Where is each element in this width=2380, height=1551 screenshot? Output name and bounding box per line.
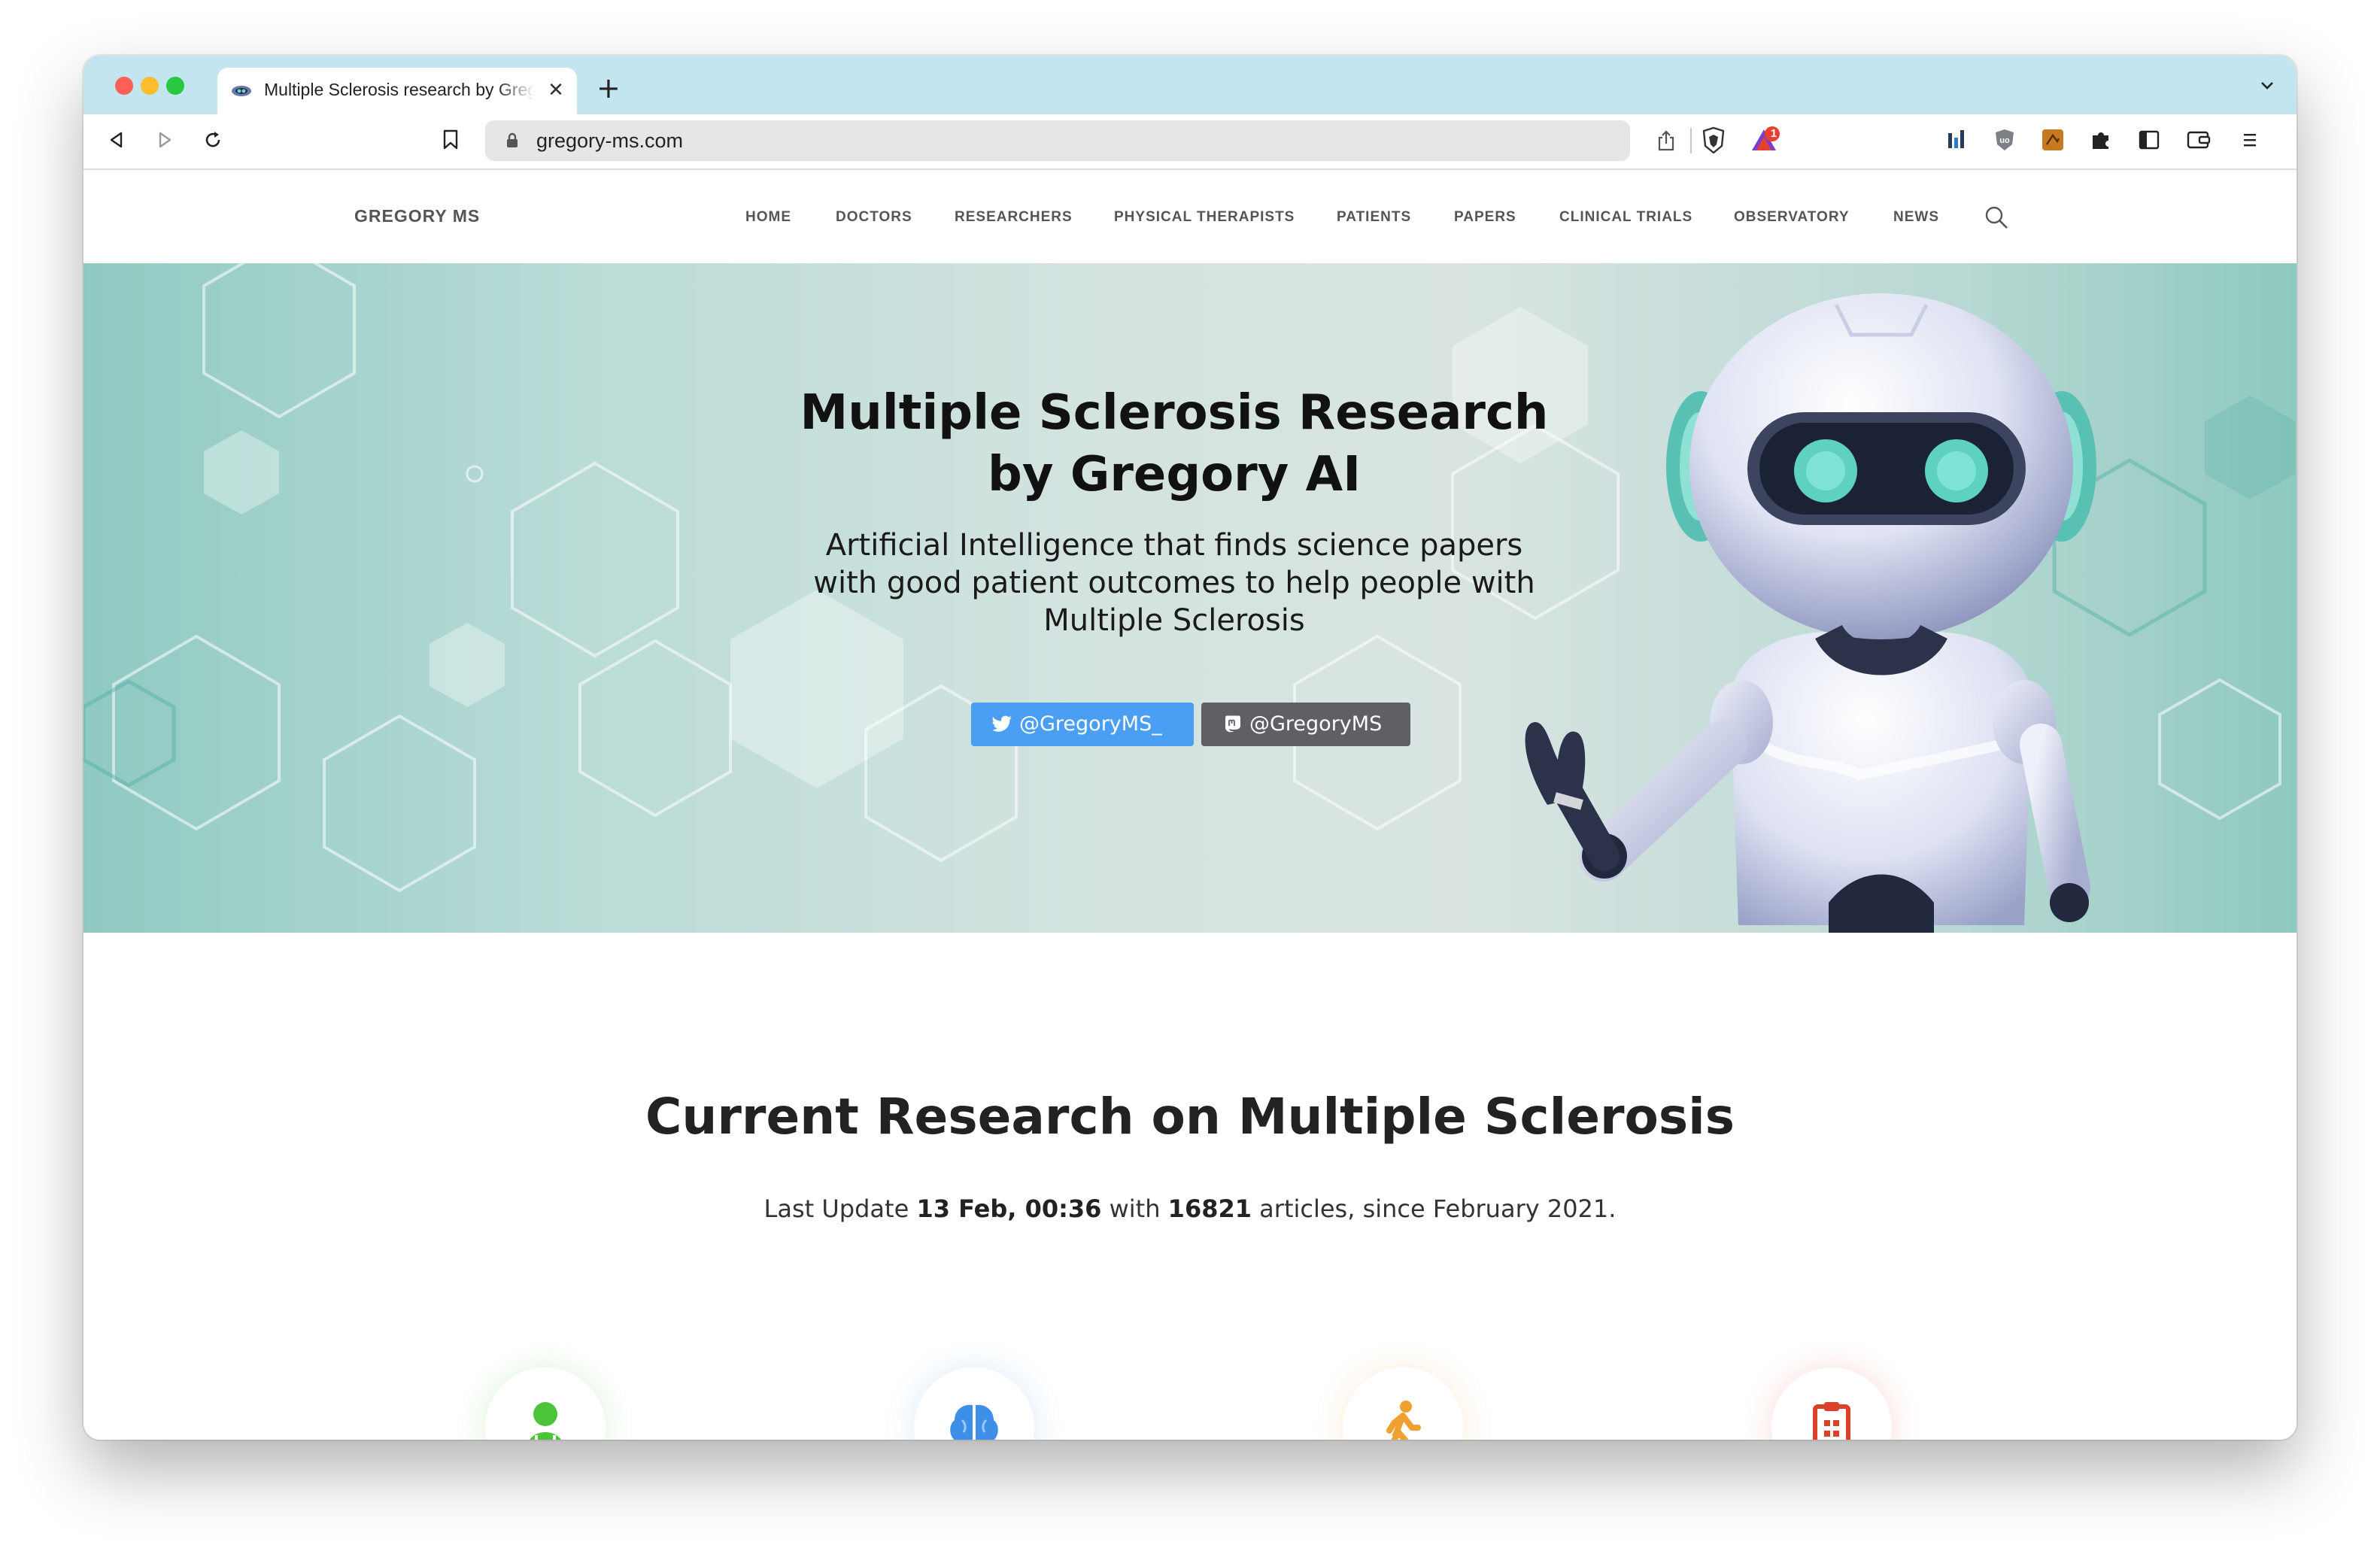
zoom-window-button[interactable] [166, 77, 184, 95]
main-content: Current Research on Multiple Sclerosis L… [83, 933, 2297, 1440]
address-bar[interactable]: gregory-ms.com 1 [485, 120, 1780, 161]
update-suffix: articles, since February 2021. [1252, 1194, 1617, 1223]
robot-illustration [1525, 293, 2096, 933]
url-divider [1690, 128, 1692, 153]
site-navbar: GREGORY MS HOME DOCTORS RESEARCHERS PHYS… [83, 170, 2297, 263]
extension-button[interactable]: uo [1990, 125, 2020, 155]
section-heading: Current Research on Multiple Sclerosis [645, 1088, 1735, 1146]
lock-icon [507, 132, 518, 147]
twitter-bird-icon [992, 715, 1012, 732]
nav-physical-therapists[interactable]: PHYSICAL THERAPISTS [1114, 209, 1295, 226]
nav-clinical-trials[interactable]: CLINICAL TRIALS [1559, 209, 1692, 226]
nav-observatory[interactable]: OBSERVATORY [1734, 209, 1850, 226]
forward-button[interactable] [150, 125, 180, 155]
mastodon-icon [1225, 715, 1240, 733]
puzzle-icon [2093, 132, 2108, 149]
update-mid: with [1101, 1194, 1168, 1223]
extension-button[interactable] [2038, 125, 2068, 155]
brave-shields-icon[interactable] [1701, 126, 1726, 155]
close-window-button[interactable] [115, 77, 133, 95]
back-button[interactable] [102, 125, 132, 155]
feature-clinical-trials[interactable] [1771, 1367, 1892, 1440]
update-date: 13 Feb, 00:36 [916, 1194, 1102, 1223]
brain-icon [950, 1404, 998, 1440]
clipboard-icon [1813, 1402, 1850, 1440]
browser-toolbar: gregory-ms.com 1 uo [83, 114, 2297, 170]
article-count: 16821 [1167, 1194, 1252, 1223]
svg-text:uo: uo [1999, 136, 2010, 145]
wallet-icon [2187, 131, 2211, 149]
feature-physical-therapists[interactable] [1343, 1367, 1463, 1440]
reload-icon [205, 132, 220, 147]
last-update-text: Last Update 13 Feb, 00:36 with 16821 art… [83, 1194, 2297, 1223]
nav-patients[interactable]: PATIENTS [1337, 209, 1411, 226]
tab-strip: Multiple Sclerosis research by Gregory A… [83, 56, 2297, 114]
nav-home[interactable]: HOME [745, 209, 791, 226]
url-text: gregory-ms.com [536, 129, 684, 152]
walking-person-icon [1386, 1401, 1421, 1440]
feature-doctors[interactable] [485, 1367, 606, 1440]
hero-banner: Multiple Sclerosis Research by Gregory A… [83, 263, 2297, 933]
update-prefix: Last Update [763, 1194, 917, 1223]
shields-badge: 1 [1770, 127, 1777, 140]
forward-arrow-icon [159, 132, 172, 148]
mastodon-button[interactable]: @GregoryMS [1201, 703, 1410, 746]
hamburger-icon [2244, 134, 2256, 147]
ublock-shield-icon: uo [1996, 129, 2014, 150]
twitter-button[interactable]: @GregoryMS_ [971, 703, 1194, 746]
sidebar-toggle-button[interactable] [2134, 125, 2164, 155]
site-brand[interactable]: GREGORY MS [354, 206, 480, 226]
bookmark-icon [443, 129, 458, 150]
nav-news[interactable]: NEWS [1893, 209, 1939, 226]
doctor-icon [530, 1402, 561, 1440]
browser-tab[interactable]: Multiple Sclerosis research by Gregory A… [217, 68, 577, 114]
main-menu-button[interactable] [2235, 125, 2265, 155]
sidebar-icon [2139, 130, 2160, 150]
browser-window: Multiple Sclerosis research by Gregory A… [83, 56, 2297, 1440]
nav-researchers[interactable]: RESEARCHERS [955, 209, 1073, 226]
notes-extension-icon [2042, 129, 2063, 150]
reload-button[interactable] [198, 125, 228, 155]
nav-doctors[interactable]: DOCTORS [836, 209, 912, 226]
nav-papers[interactable]: PAPERS [1454, 209, 1516, 226]
new-tab-button[interactable]: + [597, 74, 621, 102]
bookmark-button[interactable] [436, 125, 466, 155]
site-favicon-icon [232, 86, 251, 96]
bars-chart-extension-icon [1948, 130, 1964, 148]
tab-title: Multiple Sclerosis research by Gregory A… [264, 80, 535, 99]
feature-researchers[interactable] [914, 1367, 1034, 1440]
extensions-menu-button[interactable] [2086, 125, 2116, 155]
mastodon-handle: @GregoryMS [1249, 712, 1383, 736]
extension-button[interactable] [1941, 125, 1972, 155]
share-icon[interactable] [1656, 129, 1677, 152]
wallet-button[interactable] [2184, 125, 2214, 155]
twitter-handle: @GregoryMS_ [1019, 712, 1162, 736]
tab-list-chevron-icon[interactable] [2259, 77, 2275, 93]
back-arrow-icon [110, 132, 123, 148]
tab-close-icon[interactable]: ✕ [544, 77, 568, 104]
search-icon[interactable] [1984, 205, 2009, 230]
minimize-window-button[interactable] [141, 77, 159, 95]
